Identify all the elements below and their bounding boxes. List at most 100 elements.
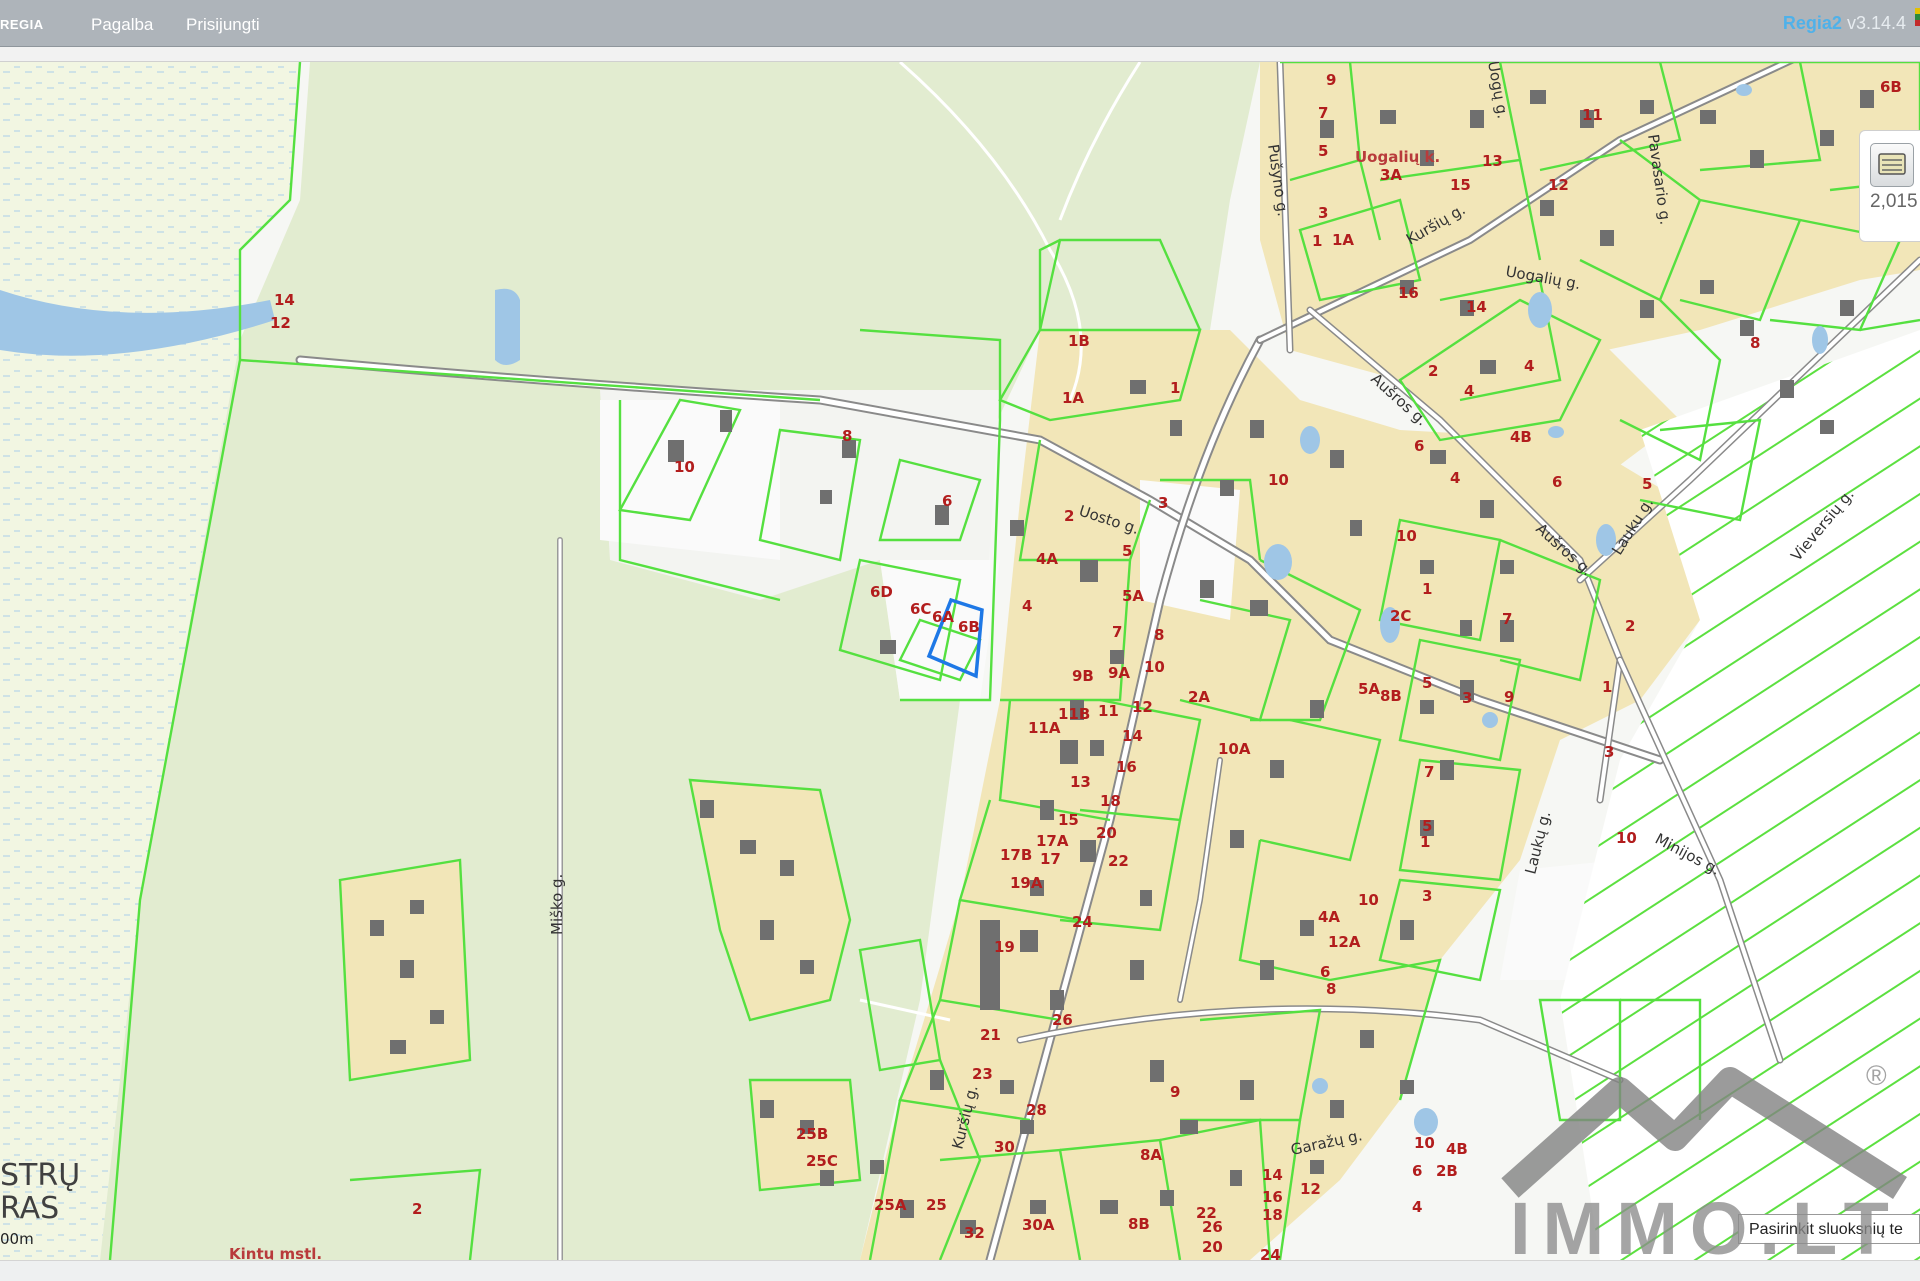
parcel-label[interactable]: 10 bbox=[1268, 471, 1289, 489]
parcel-label[interactable]: 1B bbox=[1068, 332, 1090, 350]
parcel-label[interactable]: 4 bbox=[1464, 382, 1474, 400]
parcel-label[interactable]: 6 bbox=[1552, 473, 1562, 491]
parcel-label[interactable]: 14 bbox=[1122, 727, 1143, 745]
parcel-label[interactable]: 6 bbox=[1414, 437, 1424, 455]
parcel-label[interactable]: 5A bbox=[1122, 587, 1144, 605]
parcel-label[interactable]: 4 bbox=[1412, 1198, 1422, 1216]
parcel-label[interactable]: 14 bbox=[274, 291, 295, 309]
parcel-label[interactable]: 3 bbox=[1462, 689, 1472, 707]
parcel-label[interactable]: 1 bbox=[1170, 379, 1180, 397]
parcel-label[interactable]: 10 bbox=[1144, 658, 1165, 676]
parcel-label[interactable]: 25C bbox=[806, 1152, 838, 1170]
parcel-label[interactable]: 6 bbox=[1412, 1162, 1422, 1180]
parcel-label[interactable]: 20 bbox=[1202, 1238, 1223, 1256]
parcel-label[interactable]: 20 bbox=[1096, 824, 1117, 842]
parcel-label[interactable]: 5 bbox=[1422, 674, 1432, 692]
parcel-label[interactable]: 16 bbox=[1398, 284, 1419, 302]
parcel-label[interactable]: 10 bbox=[1396, 527, 1417, 545]
parcel-label[interactable]: 2 bbox=[1625, 617, 1635, 635]
parcel-label[interactable]: 8A bbox=[1140, 1146, 1162, 1164]
parcel-label[interactable]: 17 bbox=[1040, 850, 1061, 868]
parcel-label[interactable]: 2 bbox=[1428, 362, 1438, 380]
parcel-label[interactable]: 10 bbox=[674, 458, 695, 476]
parcel-label[interactable]: 10 bbox=[1358, 891, 1379, 909]
parcel-label[interactable]: 1 bbox=[1602, 678, 1612, 696]
parcel-label[interactable]: 2B bbox=[1436, 1162, 1458, 1180]
parcel-label[interactable]: 22 bbox=[1108, 852, 1129, 870]
parcel-label[interactable]: 8 bbox=[1326, 980, 1336, 998]
parcel-label[interactable]: 4A bbox=[1318, 908, 1340, 926]
parcel-label[interactable]: 6D bbox=[870, 583, 893, 601]
parcel-label[interactable]: 16 bbox=[1116, 758, 1137, 776]
parcel-label[interactable]: 10A bbox=[1218, 740, 1251, 758]
parcel-label[interactable]: 4A bbox=[1036, 550, 1058, 568]
parcel-label[interactable]: 22 bbox=[1196, 1204, 1217, 1222]
parcel-label[interactable]: 26 bbox=[1052, 1011, 1073, 1029]
parcel-label[interactable]: 9 bbox=[1504, 688, 1514, 706]
parcel-label[interactable]: 3A bbox=[1380, 166, 1402, 184]
parcel-label[interactable]: 15 bbox=[1450, 176, 1471, 194]
parcel-label[interactable]: 11 bbox=[1582, 106, 1603, 124]
layer-select-hint[interactable]: Pasirinkit sluoksnių te bbox=[1738, 1214, 1920, 1244]
parcel-label[interactable]: 14 bbox=[1262, 1166, 1283, 1184]
parcel-label[interactable]: 3 bbox=[1158, 494, 1168, 512]
parcel-label[interactable]: 13 bbox=[1070, 773, 1091, 791]
parcel-label[interactable]: 4 bbox=[1450, 469, 1460, 487]
parcel-label[interactable]: 4 bbox=[1022, 597, 1032, 615]
parcel-label[interactable]: 6C bbox=[910, 600, 931, 618]
parcel-label[interactable]: 2A bbox=[1188, 688, 1210, 706]
parcel-label[interactable]: 1 bbox=[1422, 580, 1432, 598]
parcel-label[interactable]: 4 bbox=[1524, 357, 1534, 375]
parcel-label[interactable]: 12 bbox=[1300, 1180, 1321, 1198]
parcel-label[interactable]: 12 bbox=[270, 314, 291, 332]
parcel-label[interactable]: 9A bbox=[1108, 664, 1130, 682]
parcel-label[interactable]: 16 bbox=[1262, 1188, 1283, 1206]
parcel-label[interactable]: 1A bbox=[1332, 231, 1354, 249]
parcel-label[interactable]: 30 bbox=[994, 1138, 1015, 1156]
parcel-label[interactable]: 6 bbox=[1320, 963, 1330, 981]
parcel-label[interactable]: 30A bbox=[1022, 1216, 1055, 1234]
parcel-label[interactable]: 2C bbox=[1390, 607, 1411, 625]
parcel-label[interactable]: 5 bbox=[1642, 475, 1652, 493]
parcel-label[interactable]: 12 bbox=[1132, 698, 1153, 716]
parcel-label[interactable]: 19 bbox=[994, 938, 1015, 956]
parcel-label[interactable]: 11A bbox=[1028, 719, 1061, 737]
parcel-label[interactable]: 8 bbox=[1154, 626, 1164, 644]
parcel-label[interactable]: 1 bbox=[1420, 833, 1430, 851]
parcel-label[interactable]: 8 bbox=[842, 427, 852, 445]
parcel-label[interactable]: 12 bbox=[1548, 176, 1569, 194]
parcel-label[interactable]: 10 bbox=[1414, 1134, 1435, 1152]
parcel-label[interactable]: 21 bbox=[980, 1026, 1001, 1044]
parcel-label[interactable]: 32 bbox=[964, 1224, 985, 1242]
parcel-label[interactable]: 23 bbox=[972, 1065, 993, 1083]
map-layers-button[interactable] bbox=[1870, 143, 1914, 187]
parcel-label[interactable]: 6 bbox=[942, 492, 952, 510]
cadastral-map[interactable]: STRŲ RAS 00m Uogalių k. Kintų mstl. Uost… bbox=[0, 62, 1920, 1260]
parcel-label[interactable]: 9B bbox=[1072, 667, 1094, 685]
parcel-label[interactable]: 24 bbox=[1072, 913, 1093, 931]
parcel-label[interactable]: 25A bbox=[874, 1196, 907, 1214]
parcel-label[interactable]: 17A bbox=[1036, 832, 1069, 850]
parcel-label[interactable]: 6A bbox=[932, 608, 954, 626]
parcel-label[interactable]: 9 bbox=[1170, 1083, 1180, 1101]
parcel-label[interactable]: 25B bbox=[796, 1125, 828, 1143]
parcel-label[interactable]: 19A bbox=[1010, 874, 1043, 892]
parcel-label[interactable]: 5 bbox=[1318, 142, 1328, 160]
parcel-label[interactable]: 3 bbox=[1318, 204, 1328, 222]
parcel-label[interactable]: 4B bbox=[1446, 1140, 1468, 1158]
parcel-label[interactable]: 7 bbox=[1318, 104, 1328, 122]
parcel-label[interactable]: 12A bbox=[1328, 933, 1361, 951]
parcel-label[interactable]: 7 bbox=[1112, 623, 1122, 641]
language-flag-icon[interactable] bbox=[1915, 8, 1920, 26]
menu-help[interactable]: Pagalba bbox=[91, 15, 153, 35]
parcel-label[interactable]: 2 bbox=[1064, 507, 1074, 525]
parcel-label[interactable]: 8B bbox=[1128, 1215, 1150, 1233]
parcel-label[interactable]: 2 bbox=[412, 1200, 422, 1218]
parcel-label[interactable]: 5A bbox=[1358, 680, 1380, 698]
parcel-label[interactable]: 17B bbox=[1000, 846, 1032, 864]
parcel-label[interactable]: 8 bbox=[1750, 334, 1760, 352]
parcel-label[interactable]: 24 bbox=[1260, 1246, 1281, 1260]
parcel-label[interactable]: 7 bbox=[1502, 610, 1512, 628]
parcel-label[interactable]: 8B bbox=[1380, 687, 1402, 705]
parcel-label[interactable]: 6B bbox=[958, 618, 980, 636]
